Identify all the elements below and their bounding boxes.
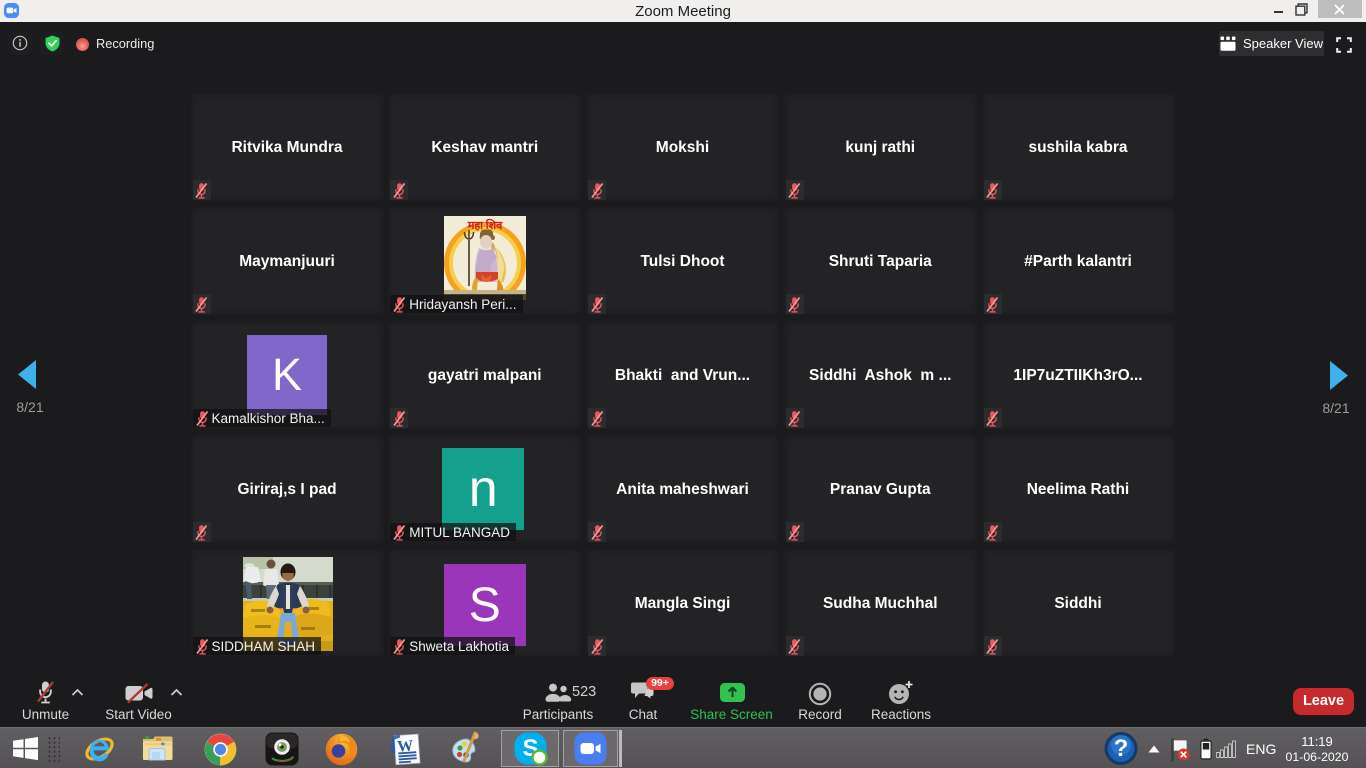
svg-text:?: ? — [1114, 735, 1129, 762]
